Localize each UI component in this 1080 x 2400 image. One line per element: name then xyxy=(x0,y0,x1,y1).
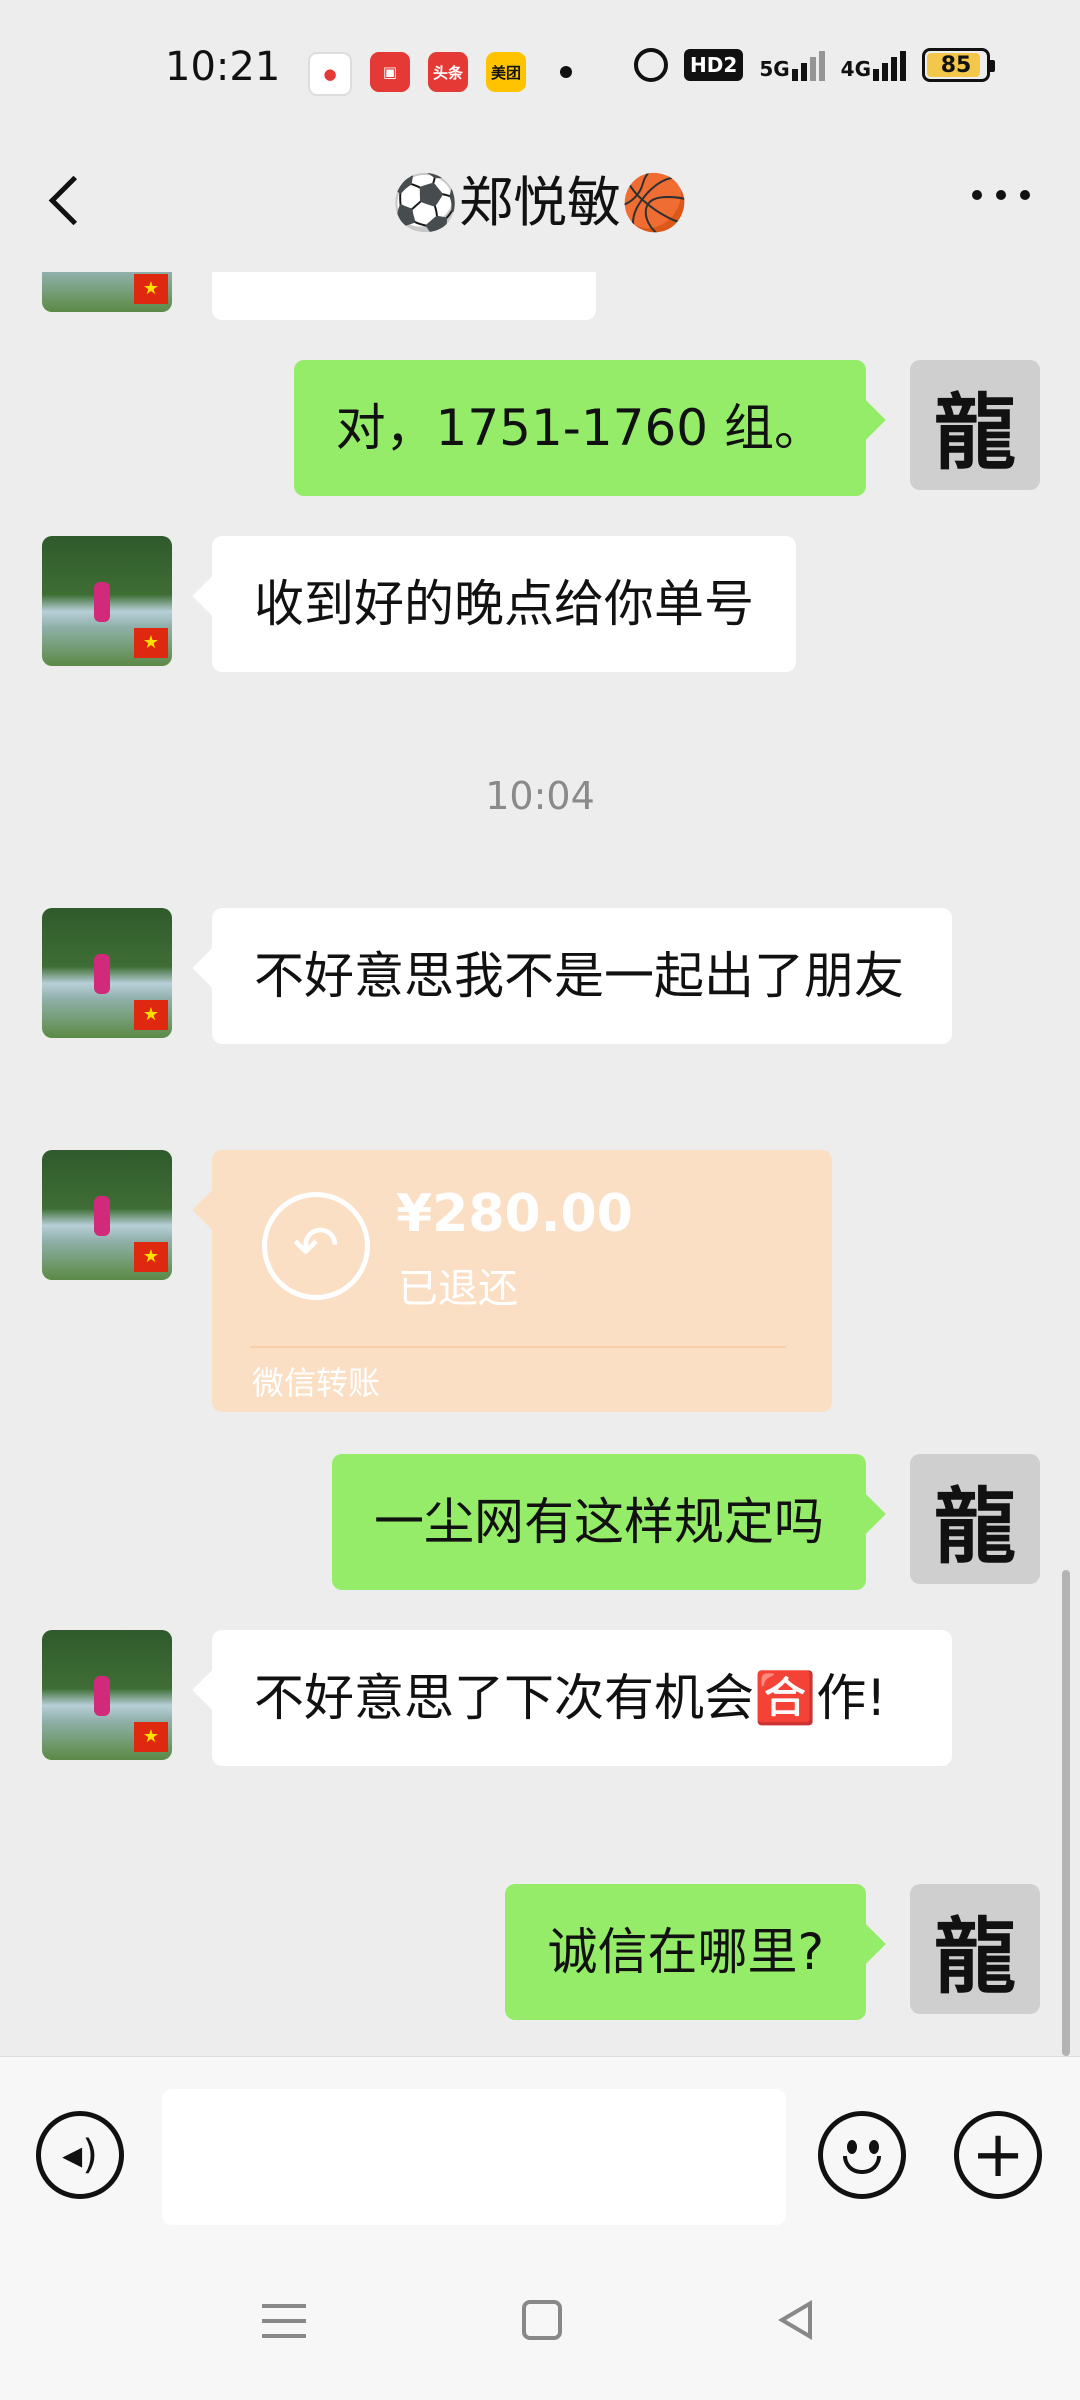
china-flag-icon: ★ xyxy=(134,1000,168,1030)
message-text: 一尘网有这样规定吗 xyxy=(374,1493,824,1551)
message-row: 对，1751-1760 组。 龍 xyxy=(0,360,1080,496)
contact-avatar[interactable]: ★ xyxy=(42,1150,172,1280)
status-bar: 10:21 ● ▣ 头条 美团 HD2 5G 4G 85 xyxy=(0,0,1080,140)
map-pin-icon: ● xyxy=(308,52,352,96)
input-bar: ◂) + xyxy=(0,2056,1080,2257)
smiley-icon xyxy=(823,2116,901,2194)
notification-icons: ● ▣ 头条 美团 xyxy=(308,52,526,96)
message-text: 不好意思我不是一起出了朋友 xyxy=(254,947,904,1005)
outgoing-message-bubble[interactable]: 对，1751-1760 组。 xyxy=(293,360,866,496)
message-row: ★ ↶ ¥280.00 已退还 微信转账 xyxy=(0,1150,1080,1412)
message-row: 诚信在哪里? 龍 xyxy=(0,1884,1080,2020)
shopping-app-icon: ▣ xyxy=(370,52,410,92)
meituan-icon: 美团 xyxy=(486,52,526,92)
china-flag-icon: ★ xyxy=(134,1242,168,1272)
notification-dot-icon xyxy=(560,66,572,78)
incoming-message-bubble[interactable]: 不好意思我不是一起出了朋友 xyxy=(212,908,952,1044)
home-button[interactable] xyxy=(522,2300,562,2340)
divider xyxy=(250,1346,786,1348)
transfer-status: 已退还 xyxy=(398,1266,518,1312)
scrollbar[interactable] xyxy=(1062,1570,1070,2056)
message-text: 不好意思了下次有机会🈴作! xyxy=(254,1669,887,1727)
transfer-amount: ¥280.00 xyxy=(396,1184,633,1244)
incoming-message-bubble[interactable] xyxy=(212,272,596,320)
more-options-button[interactable] xyxy=(972,190,1030,200)
system-back-button[interactable] xyxy=(778,2300,812,2340)
china-flag-icon: ★ xyxy=(134,628,168,658)
dragon-avatar-icon: 龍 xyxy=(933,1908,1016,2005)
message-text: 收到好的晚点给你单号 xyxy=(254,575,754,633)
transfer-card[interactable]: ↶ ¥280.00 已退还 微信转账 xyxy=(212,1150,832,1412)
contact-avatar[interactable]: ★ xyxy=(42,1630,172,1760)
refund-arrow-icon: ↶ xyxy=(262,1192,370,1300)
contact-avatar[interactable]: ★ xyxy=(42,536,172,666)
dot-icon xyxy=(996,190,1006,200)
message-row: 一尘网有这样规定吗 龍 xyxy=(0,1454,1080,1590)
emoji-button[interactable] xyxy=(818,2111,906,2199)
outgoing-message-bubble[interactable]: 诚信在哪里? xyxy=(505,1884,866,2020)
voice-input-button[interactable]: ◂) xyxy=(36,2111,124,2199)
incoming-message-bubble[interactable]: 不好意思了下次有机会🈴作! xyxy=(212,1630,952,1766)
china-flag-icon: ★ xyxy=(134,1722,168,1752)
chat-header: ⚽郑悦敏🏀 xyxy=(0,140,1080,272)
dragon-avatar-icon: 龍 xyxy=(933,1478,1016,1575)
battery-icon: 85 xyxy=(922,48,995,82)
dragon-avatar-icon: 龍 xyxy=(933,384,1016,481)
network-type-1: 5G xyxy=(759,57,790,81)
outgoing-message-bubble[interactable]: 一尘网有这样规定吗 xyxy=(332,1454,866,1590)
more-functions-button[interactable]: + xyxy=(954,2111,1042,2199)
signal-4g-icon: 4G xyxy=(841,49,906,81)
message-row: ★ 不好意思我不是一起出了朋友 xyxy=(0,908,1080,1108)
incoming-message-bubble[interactable]: 收到好的晚点给你单号 xyxy=(212,536,796,672)
message-text: 诚信在哪里? xyxy=(547,1923,824,1981)
self-avatar[interactable]: 龍 xyxy=(910,1454,1040,1584)
voice-icon: ◂) xyxy=(62,2132,98,2178)
signal-5g-icon: 5G xyxy=(759,49,825,81)
transfer-label: 微信转账 xyxy=(252,1364,381,1402)
message-timestamp: 10:04 xyxy=(485,774,595,818)
self-avatar[interactable]: 龍 xyxy=(910,1884,1040,2014)
network-type-2: 4G xyxy=(840,57,871,81)
toutiao-icon: 头条 xyxy=(428,52,468,92)
status-time: 10:21 xyxy=(165,44,281,90)
chat-title: ⚽郑悦敏🏀 xyxy=(391,171,689,234)
battery-level: 85 xyxy=(940,52,972,78)
alarm-icon xyxy=(634,48,669,82)
dot-icon xyxy=(972,190,982,200)
message-list[interactable]: ★ 对，1751-1760 组。 龍 ★ 收到好的晚点给你单号 10:04 ★ … xyxy=(0,272,1080,2056)
message-row: ★ 收到好的晚点给你单号 xyxy=(0,536,1080,672)
message-text: 对，1751-1760 组。 xyxy=(335,399,824,457)
system-navigation-bar xyxy=(0,2256,1080,2400)
china-flag-icon: ★ xyxy=(134,274,168,304)
recent-apps-button[interactable] xyxy=(262,2304,306,2338)
message-input[interactable] xyxy=(162,2089,786,2225)
hd-voice-icon: HD2 xyxy=(684,49,744,81)
dot-icon xyxy=(1020,190,1030,200)
message-row: ★ xyxy=(0,272,1080,320)
self-avatar[interactable]: 龍 xyxy=(910,360,1040,490)
message-row: ★ 不好意思了下次有机会🈴作! xyxy=(0,1630,1080,1844)
plus-icon: + xyxy=(971,2118,1025,2192)
contact-avatar[interactable]: ★ xyxy=(42,272,172,312)
contact-avatar[interactable]: ★ xyxy=(42,908,172,1038)
